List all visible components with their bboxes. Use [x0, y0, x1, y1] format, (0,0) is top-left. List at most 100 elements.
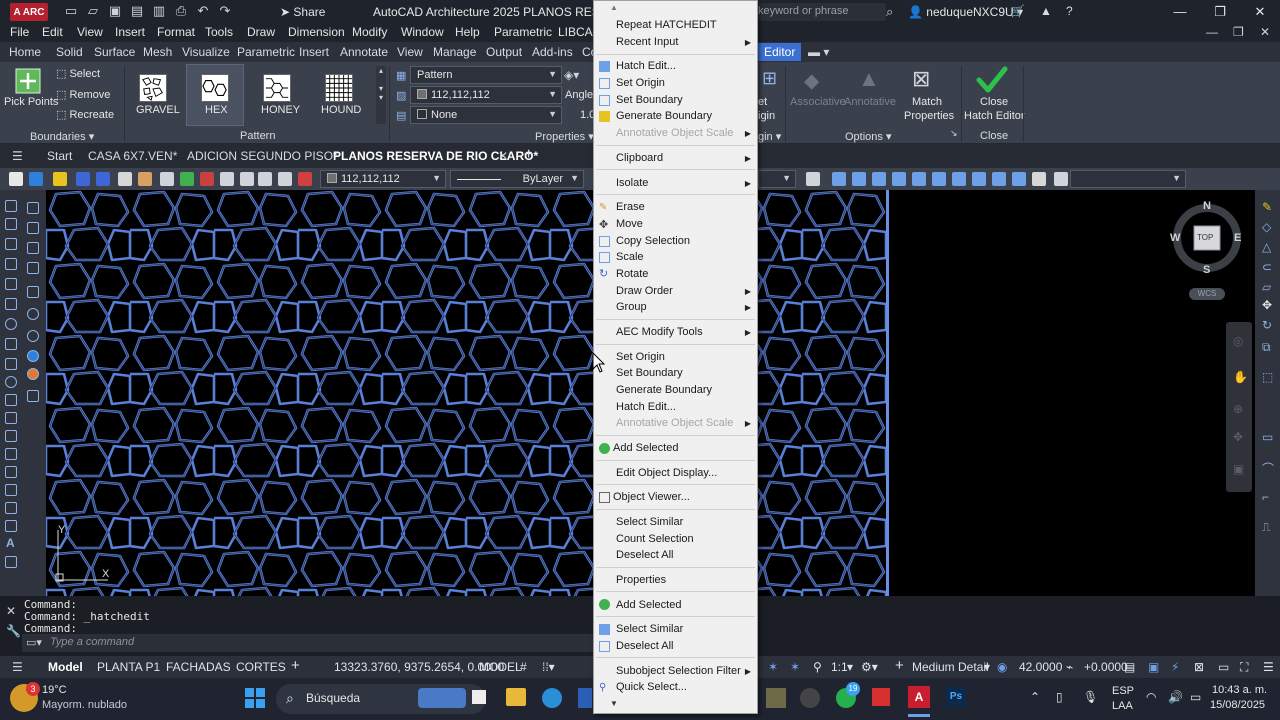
elevation-value[interactable]: 42.0000 — [1019, 660, 1062, 674]
chevron-down-icon[interactable]: ▾ — [847, 660, 853, 674]
point-tool-icon[interactable] — [5, 430, 17, 442]
tab-manage[interactable]: Manage — [433, 45, 476, 59]
tool-icon[interactable] — [5, 412, 17, 424]
scroll-up-icon[interactable]: ▲ — [610, 3, 618, 12]
photoshop-icon[interactable]: Ps — [946, 687, 966, 707]
menu-modify[interactable]: Modify — [352, 25, 387, 39]
menu-item-set-boundary[interactable]: Set Boundary — [616, 94, 683, 106]
zoom-tool-icon[interactable] — [27, 262, 39, 274]
match-properties-label-2[interactable]: Properties — [904, 110, 954, 122]
toolbar-icon[interactable] — [96, 172, 110, 186]
layout-tab[interactable]: CORTES — [236, 660, 286, 674]
file-explorer-icon[interactable] — [506, 688, 526, 706]
toolbar-icon[interactable] — [1032, 172, 1046, 186]
color-select[interactable]: 112,112,112 ▼ — [320, 170, 446, 188]
close-icon[interactable]: ✕ — [1240, 0, 1280, 24]
menu-item-generate-boundary[interactable]: Generate Boundary — [616, 110, 712, 122]
origin-panel-label[interactable]: gin ▾ — [758, 130, 781, 143]
gradient-tool-icon[interactable] — [5, 466, 17, 478]
performance-icon[interactable]: ⚡ — [1171, 660, 1179, 674]
save-as-icon[interactable]: ▤ — [130, 4, 144, 18]
transparency-icon[interactable]: ◈▾ — [564, 68, 579, 82]
toolbar-icon[interactable] — [912, 172, 926, 186]
clock-date[interactable]: 15/08/2025 — [1210, 699, 1265, 711]
associative-label[interactable]: Associative — [790, 96, 846, 108]
menu-item-scale[interactable]: Scale — [616, 251, 644, 263]
menu-item-group[interactable]: Group — [616, 301, 647, 313]
close-tab-icon[interactable]: ✕ — [498, 149, 508, 163]
menu-item-draw-order[interactable]: Draw Order — [616, 285, 673, 297]
toolbar-icon[interactable] — [29, 172, 43, 186]
tool-icon[interactable]: △ — [1262, 240, 1271, 254]
tool-icon[interactable]: ⊠ — [1194, 660, 1204, 674]
background-color-select[interactable]: None ▼ — [410, 106, 562, 124]
menu-item-set-origin[interactable]: Set Origin — [616, 77, 665, 89]
menu-item-subobject-filter[interactable]: Subobject Selection Filter — [616, 665, 741, 677]
language-layout[interactable]: LAA — [1112, 700, 1133, 712]
wifi-icon[interactable]: ◠ — [1146, 690, 1156, 704]
hex-pattern-icon[interactable] — [201, 74, 229, 102]
web-save-icon[interactable]: ▥ — [152, 4, 166, 18]
toolbar-icon[interactable] — [952, 172, 966, 186]
toolbar-icon[interactable] — [872, 172, 886, 186]
command-prompt-icon[interactable]: ▭▾ — [26, 636, 42, 649]
sphere-icon[interactable] — [27, 350, 39, 362]
snap-icon[interactable]: ⁞⁞▾ — [542, 660, 555, 674]
showmotion-icon[interactable]: ▣ — [1233, 462, 1244, 476]
tool-icon[interactable]: ⎍ — [1262, 520, 1270, 535]
gravel-label[interactable]: GRAVEL — [136, 104, 180, 116]
toolbar-icon[interactable] — [118, 172, 132, 186]
autocad-icon[interactable]: A — [908, 686, 930, 708]
doc-close-icon[interactable]: ✕ — [1260, 25, 1270, 39]
ribbon-options-icon[interactable]: ▬ ▾ — [808, 45, 829, 59]
scroll-down-icon[interactable]: ▼ — [610, 699, 618, 708]
toolbar-icon[interactable] — [806, 172, 820, 186]
tool-icon[interactable]: ⧉ — [1262, 340, 1271, 355]
pick-points-label[interactable]: Pick Points — [4, 96, 58, 108]
toolbar-icon[interactable] — [180, 172, 194, 186]
menu-item-properties[interactable]: Properties — [616, 574, 666, 586]
menu-item-move[interactable]: Move — [616, 218, 643, 230]
honey-label[interactable]: HONEY — [261, 104, 300, 116]
layout-tab[interactable]: PLANTA P1 — [97, 660, 160, 674]
zoom-icon[interactable]: ⊕ — [1233, 402, 1243, 416]
tool-icon[interactable] — [27, 390, 39, 402]
menu-window[interactable]: Window — [401, 25, 444, 39]
doc-minimize-icon[interactable]: — — [1206, 25, 1218, 39]
print-icon[interactable]: ⎙ — [174, 4, 188, 18]
tool-icon[interactable]: ▱ — [1262, 280, 1271, 294]
tool-icon[interactable] — [27, 286, 39, 298]
tool-icon[interactable] — [27, 202, 39, 214]
toolbar-icon[interactable] — [1054, 172, 1068, 186]
tool-icon[interactable]: ⬚ — [1262, 370, 1273, 384]
menu-item-set-origin-2[interactable]: Set Origin — [616, 351, 665, 363]
tab-addins[interactable]: Add-ins — [532, 45, 573, 59]
menu-item-hatch-edit[interactable]: Hatch Edit... — [616, 60, 676, 72]
clean-screen-icon[interactable]: ▭ — [1218, 660, 1229, 674]
toolbar-icon[interactable] — [278, 172, 292, 186]
share-button[interactable]: ➤ Share — [280, 5, 325, 19]
table-tool-icon[interactable] — [5, 502, 17, 514]
fullscreen-icon[interactable]: ⛶ — [1240, 660, 1248, 675]
search-icon[interactable]: ⌕ — [886, 4, 893, 20]
chevron-down-icon[interactable]: ▾ — [984, 660, 990, 674]
model-space-toggle[interactable]: MODEL — [479, 660, 522, 674]
pencil-icon[interactable]: ✎ — [1262, 200, 1272, 214]
gear-icon[interactable]: ⚙▾ — [861, 660, 878, 674]
annotation-scale-icon[interactable]: ⚲ — [813, 660, 822, 674]
tool-icon[interactable]: ◇ — [1262, 220, 1271, 234]
tool-icon[interactable] — [27, 222, 39, 234]
hex-label[interactable]: HEX — [205, 104, 228, 116]
hound-label[interactable]: HOUND — [321, 104, 361, 116]
toolbar-icon[interactable] — [258, 172, 272, 186]
associative-icon[interactable]: ⬥ — [804, 68, 819, 94]
tool-icon[interactable] — [5, 556, 17, 568]
volume-icon[interactable]: 🔊 — [1168, 690, 1183, 704]
gravel-pattern-icon[interactable] — [139, 74, 167, 102]
close-label-1[interactable]: Close — [980, 96, 1008, 108]
doc-tab-adicion[interactable]: ADICION SEGUNDO PISO* — [187, 149, 338, 163]
toolbar-icon[interactable] — [298, 172, 312, 186]
rectangle-tool-icon[interactable] — [5, 278, 17, 290]
menu-item-isolate[interactable]: Isolate — [616, 177, 648, 189]
hatch-tool-icon[interactable] — [5, 448, 17, 460]
